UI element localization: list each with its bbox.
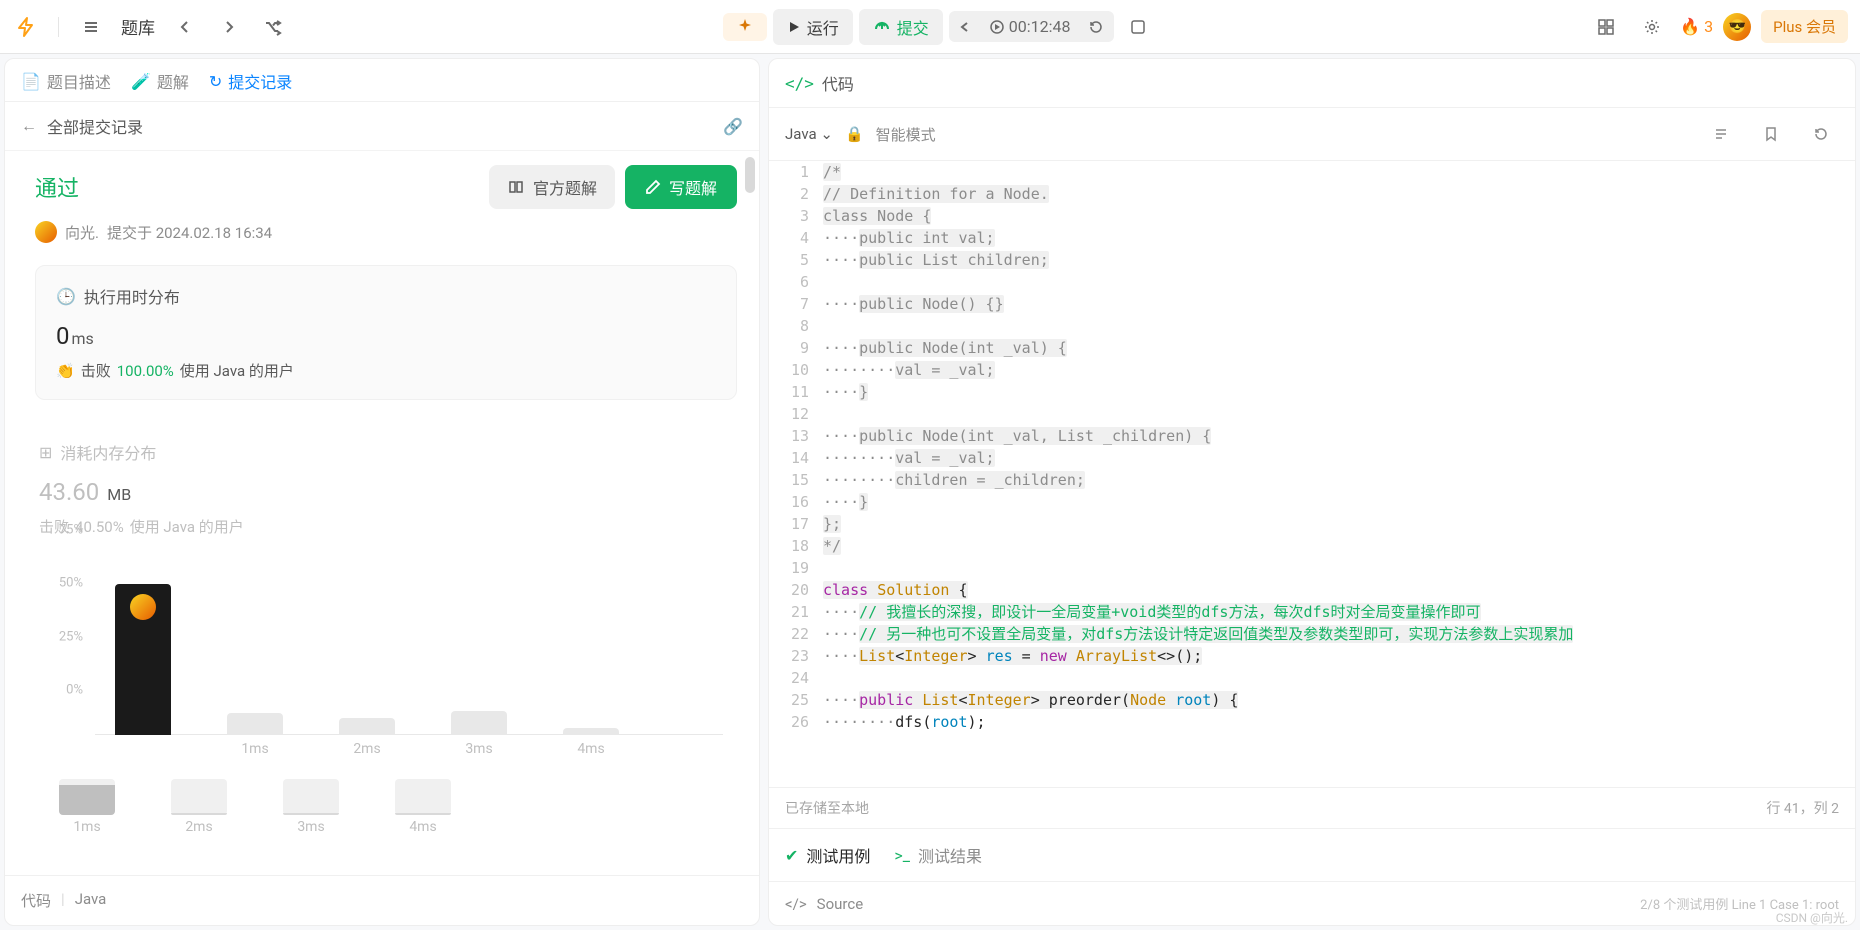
sub-header: ← 全部提交记录 🔗 [5,102,759,151]
logo[interactable] [12,13,40,41]
topbar: 题库 运行 提交 00:12:48 🔥3 😎 Plus 会员 [0,0,1860,54]
bar-0[interactable] [115,584,171,735]
clock-icon: 🕒 [56,287,76,306]
reset-icon[interactable] [1803,116,1839,152]
timer-display[interactable]: 00:12:48 [981,13,1079,40]
back-icon[interactable]: ← [21,116,37,136]
layout-icon[interactable] [1588,9,1624,45]
footer-code[interactable]: 代码 [21,890,51,911]
code-editor[interactable]: 1/*2// Definition for a Node.3class Node… [769,161,1855,787]
clap-icon: 👏 [56,362,75,380]
note-icon[interactable] [1120,9,1156,45]
source-icon: </> [785,895,807,913]
bar-1[interactable] [227,713,283,735]
chip-icon: ⊞ [39,443,52,462]
run-label: 运行 [807,15,839,39]
submit-button[interactable]: 提交 [859,9,943,45]
runtime-card: 🕒执行用时分布 0ms 👏击败 100.00% 使用 Java 的用户 [35,265,737,400]
mini-avatar [35,221,57,243]
status-label: 通过 [35,171,79,203]
submission-meta: 向光. 提交于 2024.02.18 16:34 [35,221,737,243]
official-solution-button[interactable]: 官方题解 [489,165,615,209]
bar-3[interactable] [451,711,507,735]
save-msg: 已存储至本地 [785,798,869,818]
tab-submissions[interactable]: ↻提交记录 [209,69,292,93]
check-icon: ✔ [785,846,798,865]
tab-test-cases[interactable]: ✔测试用例 [785,843,870,867]
left-pane: 📄题目描述 🧪题解 ↻提交记录 ← 全部提交记录 🔗 通过 官方题解 写题解 向… [4,58,760,926]
tab-test-results[interactable]: >_测试结果 [894,843,982,867]
format-icon[interactable] [1703,116,1739,152]
scrollbar-thumb[interactable] [745,157,755,193]
memory-mini-chart: 1ms2ms3ms4ms [39,779,733,835]
lock-icon: 🔒 [845,125,864,143]
shuffle-icon[interactable] [255,9,291,45]
author-name[interactable]: 向光. [65,222,99,243]
bookmark-icon[interactable] [1753,116,1789,152]
settings-icon[interactable] [1634,9,1670,45]
code-subheader: Java ⌄ 🔒 智能模式 [769,108,1855,161]
status-row: 通过 官方题解 写题解 [35,165,737,209]
avatar[interactable]: 😎 [1723,13,1751,41]
bar-4[interactable] [563,728,619,735]
ai-button[interactable] [723,13,767,41]
problems-link[interactable]: 题库 [117,8,159,45]
center-controls: 运行 提交 00:12:48 [723,9,1157,45]
code-header: </> 代码 [769,59,1855,108]
terminal-icon: >_ [894,846,910,865]
right-controls: 🔥3 😎 Plus 会员 [1588,9,1848,45]
fire-count[interactable]: 🔥3 [1680,17,1713,36]
main: 📄题目描述 🧪题解 ↻提交记录 ← 全部提交记录 🔗 通过 官方题解 写题解 向… [0,54,1860,930]
test-tabs: ✔测试用例 >_测试结果 [769,828,1855,881]
list-icon[interactable] [73,9,109,45]
plus-button[interactable]: Plus 会员 [1761,10,1848,43]
link-icon[interactable]: 🔗 [723,117,743,136]
cursor-pos: 行 41，列 2 [1766,798,1839,818]
runtime-chart: 0%25%50%75% 1ms2ms3ms4ms [39,555,733,765]
language-selector[interactable]: Java ⌄ [785,125,833,143]
tab-solution[interactable]: 🧪题解 [131,69,189,93]
watermark: CSDN @向光. [1776,909,1848,926]
bar-2[interactable] [339,718,395,735]
memory-card: ⊞消耗内存分布 43.60 MB 击败 40.50% 使用 Java 的用户 0… [35,422,737,853]
back-label: 全部提交记录 [47,114,143,138]
code-icon: </> [785,74,814,93]
timer-prev[interactable] [951,17,979,37]
editor-status-bar: 已存储至本地 行 41，列 2 [769,787,1855,828]
footer-lang: Java [75,890,107,911]
source-row: </> Source 2/8 个测试用例 Line 1 Case 1: root [769,881,1855,925]
smart-mode[interactable]: 智能模式 [876,124,936,145]
submitted-at: 提交于 2024.02.18 16:34 [107,222,272,243]
divider [58,17,59,37]
write-solution-button[interactable]: 写题解 [625,165,737,209]
submit-label: 提交 [897,15,929,39]
run-button[interactable]: 运行 [773,9,853,45]
right-pane: </> 代码 Java ⌄ 🔒 智能模式 1/*2// Definition f… [768,58,1856,926]
tab-description[interactable]: 📄题目描述 [21,69,111,93]
left-body: 通过 官方题解 写题解 向光. 提交于 2024.02.18 16:34 🕒执行… [5,151,759,875]
prev-icon[interactable] [167,9,203,45]
footer-tabs: 代码 | Java [5,875,759,925]
timer-group: 00:12:48 [949,11,1115,42]
timer-reset[interactable] [1080,15,1112,39]
source-label[interactable]: Source [817,895,863,913]
chevron-down-icon: ⌄ [820,125,833,143]
left-tabs: 📄题目描述 🧪题解 ↻提交记录 [5,59,759,102]
next-icon[interactable] [211,9,247,45]
